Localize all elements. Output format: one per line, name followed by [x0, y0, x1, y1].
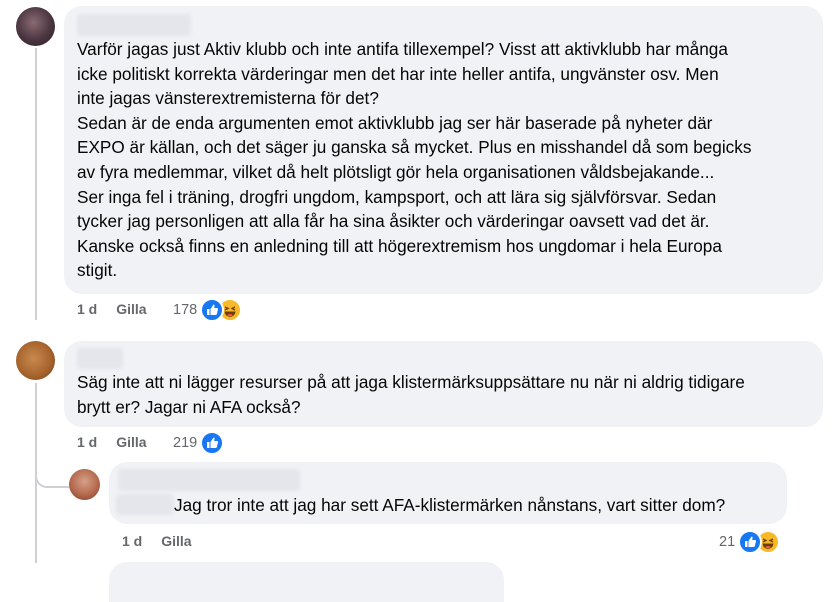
reaction-count: 219 — [173, 435, 198, 451]
like-reaction-icon — [200, 298, 225, 322]
thread-line — [35, 48, 37, 320]
reaction-summary[interactable]: 21 — [719, 530, 781, 554]
like-reaction-icon — [200, 431, 225, 455]
comment-text: Jag tror inte att jag har sett AFA-klist… — [174, 495, 726, 515]
like-button[interactable]: Gilla — [116, 301, 146, 317]
reaction-summary[interactable]: 219 — [173, 431, 225, 455]
avatar[interactable] — [16, 7, 55, 46]
comment-time[interactable]: 1 d — [77, 301, 97, 317]
comment-actions: 1 d Gilla — [122, 533, 192, 549]
comment-text: Varför jagas just Aktiv klubb och inte a… — [77, 39, 752, 281]
comment-time[interactable]: 1 d — [77, 434, 97, 450]
like-button[interactable]: Gilla — [161, 533, 191, 549]
comment-actions: 1 d Gilla — [77, 301, 147, 317]
like-reaction-icon — [738, 530, 763, 554]
like-button[interactable]: Gilla — [116, 434, 146, 450]
reaction-count: 21 — [719, 534, 736, 550]
author-name-redacted[interactable] — [77, 348, 123, 369]
author-name-redacted[interactable] — [118, 469, 300, 491]
avatar[interactable] — [69, 469, 100, 500]
next-comment-bubble-partial — [109, 562, 504, 602]
reply-connector — [35, 470, 69, 488]
reaction-summary[interactable]: 178 — [173, 298, 243, 322]
comment-text: Säg inte att ni lägger resurser på att j… — [77, 372, 745, 417]
comment-actions: 1 d Gilla — [77, 434, 147, 450]
author-name-redacted[interactable] — [77, 14, 191, 36]
avatar[interactable] — [16, 341, 55, 380]
comment-time[interactable]: 1 d — [122, 533, 142, 549]
reaction-count: 178 — [173, 302, 198, 318]
mentioned-name-redacted[interactable] — [116, 494, 174, 515]
